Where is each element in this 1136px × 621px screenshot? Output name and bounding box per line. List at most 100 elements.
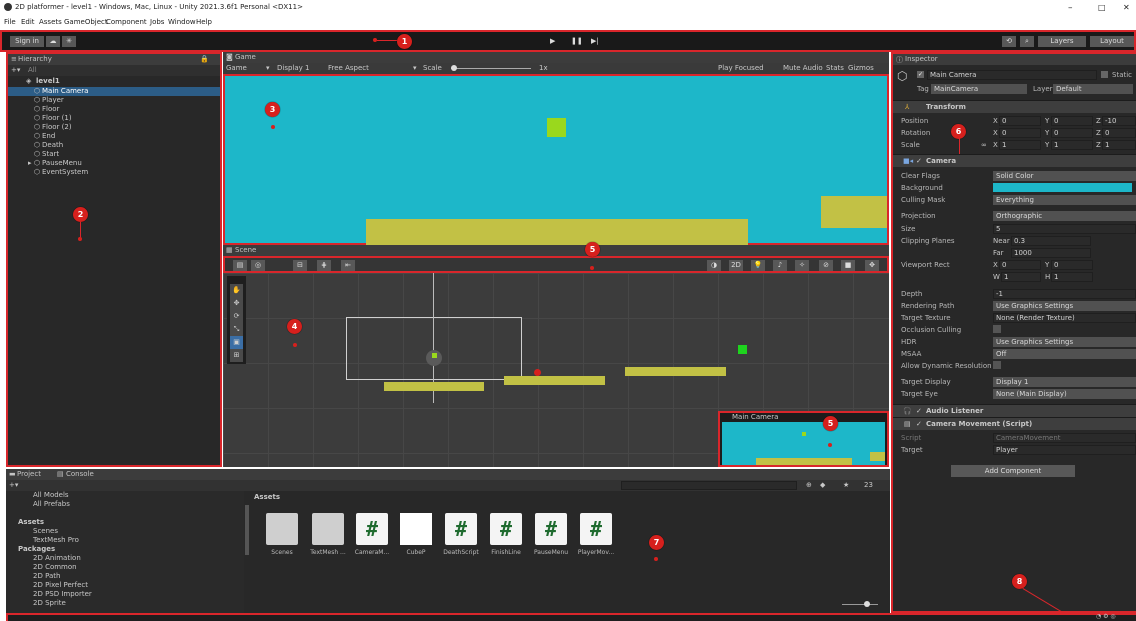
camera-enabled-checkbox[interactable]: ✓ [916, 157, 922, 165]
scene-tab[interactable]: Scene [235, 246, 256, 254]
maximize-button[interactable]: □ [1098, 3, 1106, 12]
camera-icon[interactable]: ■ [841, 260, 855, 271]
play-button[interactable]: ▶ [550, 37, 555, 45]
depth-field[interactable]: -1 [993, 289, 1136, 299]
zoom-slider[interactable] [842, 604, 878, 605]
close-button[interactable]: ✕ [1123, 3, 1130, 12]
scale-tool-icon[interactable]: ⤡ [230, 323, 243, 336]
layout-dropdown[interactable]: Layout [1090, 36, 1134, 47]
audio-listener-checkbox[interactable]: ✓ [916, 407, 922, 415]
menu-help[interactable]: Help [196, 18, 212, 26]
tree-package-item[interactable]: 2D Sprite [33, 599, 66, 607]
scene-viewport[interactable]: ✋ ✥ ⟳ ⤡ ▣ ⊞ 4 Main Camera 5 [223, 273, 889, 467]
culling-mask-dropdown[interactable]: Everything [993, 195, 1136, 205]
filter-type-icon[interactable]: ⊕ [806, 481, 812, 489]
pos-y-field[interactable]: 0 [1051, 116, 1093, 126]
filter-label-icon[interactable]: ◆ [820, 481, 825, 489]
scl-z-field[interactable]: 1 [1102, 140, 1136, 150]
pos-z-field[interactable]: -10 [1102, 116, 1136, 126]
render-mode-icon[interactable]: ◎ [251, 260, 265, 271]
stats-button[interactable]: Stats [826, 64, 844, 72]
aspect-dropdown-arrow-icon[interactable]: ▾ [413, 64, 417, 72]
increment-icon[interactable]: ⇤ [341, 260, 355, 271]
snap-icon[interactable]: ⊟ [293, 260, 307, 271]
far-field[interactable]: 1000 [1011, 248, 1091, 258]
csharp-script-icon[interactable]: # [535, 513, 567, 545]
camera-header[interactable]: ■◂ ✓ Camera [893, 154, 1136, 167]
menu-component[interactable]: Component [106, 18, 147, 26]
tree-folder-item[interactable]: Scenes [33, 527, 58, 535]
add-icon[interactable]: +▾ [11, 66, 20, 74]
csharp-script-icon[interactable]: # [356, 513, 388, 545]
scl-x-field[interactable]: 1 [999, 140, 1041, 150]
project-tab[interactable]: Project [17, 470, 41, 478]
tag-dropdown[interactable]: MainCamera [931, 84, 1027, 94]
rotate-tool-icon[interactable]: ⟳ [230, 310, 243, 323]
console-tab[interactable]: Console [66, 470, 94, 478]
tree-folder-assets[interactable]: Assets [18, 518, 44, 526]
gizmos-button[interactable]: Gizmos [848, 64, 874, 72]
scene-root[interactable]: ◈ level1 [8, 77, 220, 87]
static-checkbox[interactable] [1101, 71, 1108, 78]
camera-movement-header[interactable]: ▤ ✓ Camera Movement (Script) [893, 417, 1136, 430]
tree-folder-item[interactable]: TextMesh Pro [33, 536, 79, 544]
scale-slider[interactable] [451, 68, 531, 69]
assets-breadcrumb[interactable]: Assets [254, 493, 280, 501]
vp-y-field[interactable]: 0 [1051, 260, 1093, 270]
game-viewport[interactable]: 3 [223, 74, 889, 245]
zoom-slider-knob[interactable] [864, 601, 870, 607]
menu-file[interactable]: File [4, 18, 16, 26]
effects-icon[interactable]: ✧ [795, 260, 809, 271]
hdr-dropdown[interactable]: Use Graphics Settings [993, 337, 1136, 347]
audio-icon[interactable]: ♪ [773, 260, 787, 271]
hierarchy-tab[interactable]: Hierarchy [18, 55, 52, 63]
search-filter-item[interactable]: All Prefabs [33, 500, 70, 508]
asset-folder-icon[interactable] [312, 513, 344, 545]
game-tab[interactable]: Game [235, 53, 256, 61]
orientation-icon[interactable]: ◑ [707, 260, 721, 271]
layers-dropdown[interactable]: Layers [1038, 36, 1086, 47]
asset-folder-icon[interactable] [266, 513, 298, 545]
draw-mode-icon[interactable]: ▤ [233, 260, 247, 271]
history-icon[interactable]: ⟲ [1002, 36, 1016, 47]
2d-toggle-icon[interactable]: 2D [729, 260, 743, 271]
vp-w-field[interactable]: 1 [1001, 272, 1041, 282]
vp-x-field[interactable]: 0 [999, 260, 1041, 270]
display-dropdown[interactable]: Display 1 [277, 64, 309, 72]
search-icon[interactable]: ⌕ [1020, 36, 1034, 47]
menu-jobs[interactable]: Jobs [150, 18, 164, 26]
layer-dropdown[interactable]: Default [1053, 84, 1133, 94]
target-texture-field[interactable]: None (Render Texture) [993, 313, 1136, 323]
hierarchy-item[interactable]: ▸ ⬡ PauseMenu [8, 159, 220, 168]
display-dropdown-arrow-icon[interactable]: ▾ [266, 64, 270, 72]
target-display-dropdown[interactable]: Display 1 [993, 377, 1136, 387]
pos-x-field[interactable]: 0 [999, 116, 1041, 126]
create-icon[interactable]: +▾ [9, 481, 18, 489]
hierarchy-item[interactable]: ⬡ Start [8, 150, 220, 159]
inspector-tab[interactable]: Inspector [905, 55, 938, 63]
target-eye-dropdown[interactable]: None (Main Display) [993, 389, 1136, 399]
minimize-button[interactable]: – [1068, 3, 1073, 13]
hierarchy-item-main-camera[interactable]: ⬡ Main Camera [8, 87, 220, 96]
hierarchy-item[interactable]: ⬡ Floor [8, 105, 220, 114]
prefab-icon[interactable] [400, 513, 432, 545]
csharp-script-icon[interactable]: # [490, 513, 522, 545]
cloud-icon[interactable]: ☁ [46, 36, 60, 47]
sign-in-button[interactable]: Sign in [10, 36, 44, 47]
play-focused-dropdown[interactable]: Play Focused [718, 64, 764, 72]
tree-package-item[interactable]: 2D Pixel Perfect [33, 581, 88, 589]
project-search-input[interactable] [621, 481, 797, 490]
collab-icon[interactable]: ✳ [62, 36, 76, 47]
menu-window[interactable]: Window [168, 18, 196, 26]
step-button[interactable]: ▶| [591, 37, 599, 45]
vp-h-field[interactable]: 1 [1051, 272, 1093, 282]
add-component-button[interactable]: Add Component [951, 465, 1075, 477]
object-name-input[interactable]: Main Camera [927, 70, 1097, 80]
favorite-icon[interactable]: ★ [843, 481, 849, 489]
csharp-script-icon[interactable]: # [580, 513, 612, 545]
rendering-path-dropdown[interactable]: Use Graphics Settings [993, 301, 1136, 311]
scl-y-field[interactable]: 1 [1051, 140, 1093, 150]
menu-assets[interactable]: Assets [39, 18, 62, 26]
hierarchy-item[interactable]: ⬡ Death [8, 141, 220, 150]
msaa-dropdown[interactable]: Off [993, 349, 1136, 359]
